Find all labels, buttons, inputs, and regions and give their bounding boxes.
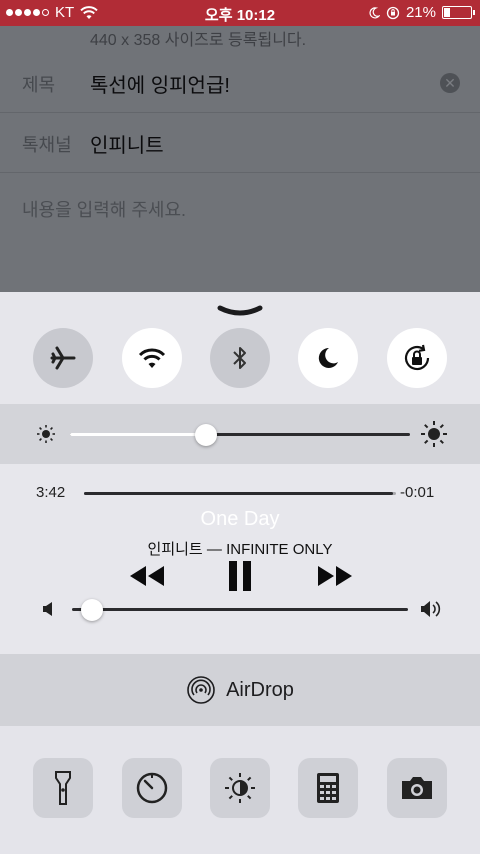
timer-icon — [136, 772, 168, 804]
camera-button[interactable] — [387, 758, 447, 818]
channel-label: 톡채널 — [22, 135, 72, 155]
wifi-icon — [138, 348, 166, 368]
grabber-chevron-icon[interactable] — [216, 304, 264, 318]
control-center: 3:42 -0:01 One Day 인피니트 — INFINITE ONLY — [0, 292, 480, 854]
channel-value[interactable]: 인피니트 — [90, 129, 164, 158]
flashlight-button[interactable] — [33, 758, 93, 818]
title-row: 제목 톡선에 잉피언급! ✕ — [0, 53, 480, 113]
rotation-lock-icon — [386, 6, 400, 19]
remaining-time: -0:01 — [400, 484, 435, 501]
volume-slider-thumb[interactable] — [81, 599, 104, 621]
moon-icon — [369, 6, 380, 18]
volume-slider[interactable] — [72, 608, 408, 611]
calculator-button[interactable] — [298, 758, 358, 818]
content-input[interactable]: 내용을 입력해 주세요. — [22, 196, 186, 222]
title-input[interactable]: 톡선에 잉피언급! — [90, 69, 230, 98]
airdrop-label: AirDrop — [226, 678, 294, 701]
airplane-icon — [50, 346, 76, 370]
title-label: 제목 — [22, 75, 56, 95]
night-shift-icon — [225, 773, 255, 803]
do-not-disturb-toggle[interactable] — [298, 328, 358, 388]
moon-icon — [318, 347, 338, 368]
post-form: 440 x 358 사이즈로 등록됩니다. 제목 톡선에 잉피언급! ✕ 톡채널… — [0, 26, 480, 292]
artist-album: 인피니트 — INFINITE ONLY — [147, 541, 333, 558]
battery-percent: 21% — [405, 4, 436, 21]
airdrop-icon — [187, 676, 215, 704]
camera-icon — [402, 777, 432, 799]
clear-icon[interactable]: ✕ — [440, 73, 460, 93]
brightness-slider-thumb[interactable] — [195, 424, 217, 446]
quick-tools — [0, 726, 480, 854]
fast-forward-button[interactable] — [316, 564, 354, 588]
night-shift-button[interactable] — [210, 758, 270, 818]
rewind-button[interactable] — [128, 564, 166, 588]
scrubber-fill — [84, 492, 393, 495]
brightness-high-icon — [421, 421, 447, 447]
elapsed-time: 3:42 — [36, 484, 66, 501]
volume-high-icon — [421, 601, 441, 617]
rotation-lock-toggle[interactable] — [387, 328, 447, 388]
brightness-section — [0, 404, 480, 464]
rotation-lock-icon — [404, 344, 430, 371]
volume-low-icon — [43, 602, 52, 616]
airdrop-button[interactable]: AirDrop — [0, 654, 480, 726]
timer-button[interactable] — [122, 758, 182, 818]
calculator-icon — [317, 773, 339, 803]
bluetooth-toggle[interactable] — [210, 328, 270, 388]
channel-row: 톡채널 인피니트 — [0, 113, 480, 173]
wifi-toggle[interactable] — [122, 328, 182, 388]
flashlight-icon — [55, 771, 71, 805]
music-section: 3:42 -0:01 One Day 인피니트 — INFINITE ONLY — [0, 464, 480, 654]
battery-icon — [442, 6, 475, 19]
airplane-mode-toggle[interactable] — [33, 328, 93, 388]
status-bar: KT 오후 10:12 21% — [0, 0, 480, 26]
image-size-hint: 440 x 358 사이즈로 등록됩니다. — [90, 32, 307, 49]
song-title: One Day — [200, 508, 280, 530]
toggle-row — [0, 326, 480, 400]
bluetooth-icon — [233, 347, 246, 369]
brightness-slider-fill — [70, 433, 206, 436]
brightness-low-icon — [37, 425, 55, 443]
pause-button[interactable] — [228, 560, 252, 592]
